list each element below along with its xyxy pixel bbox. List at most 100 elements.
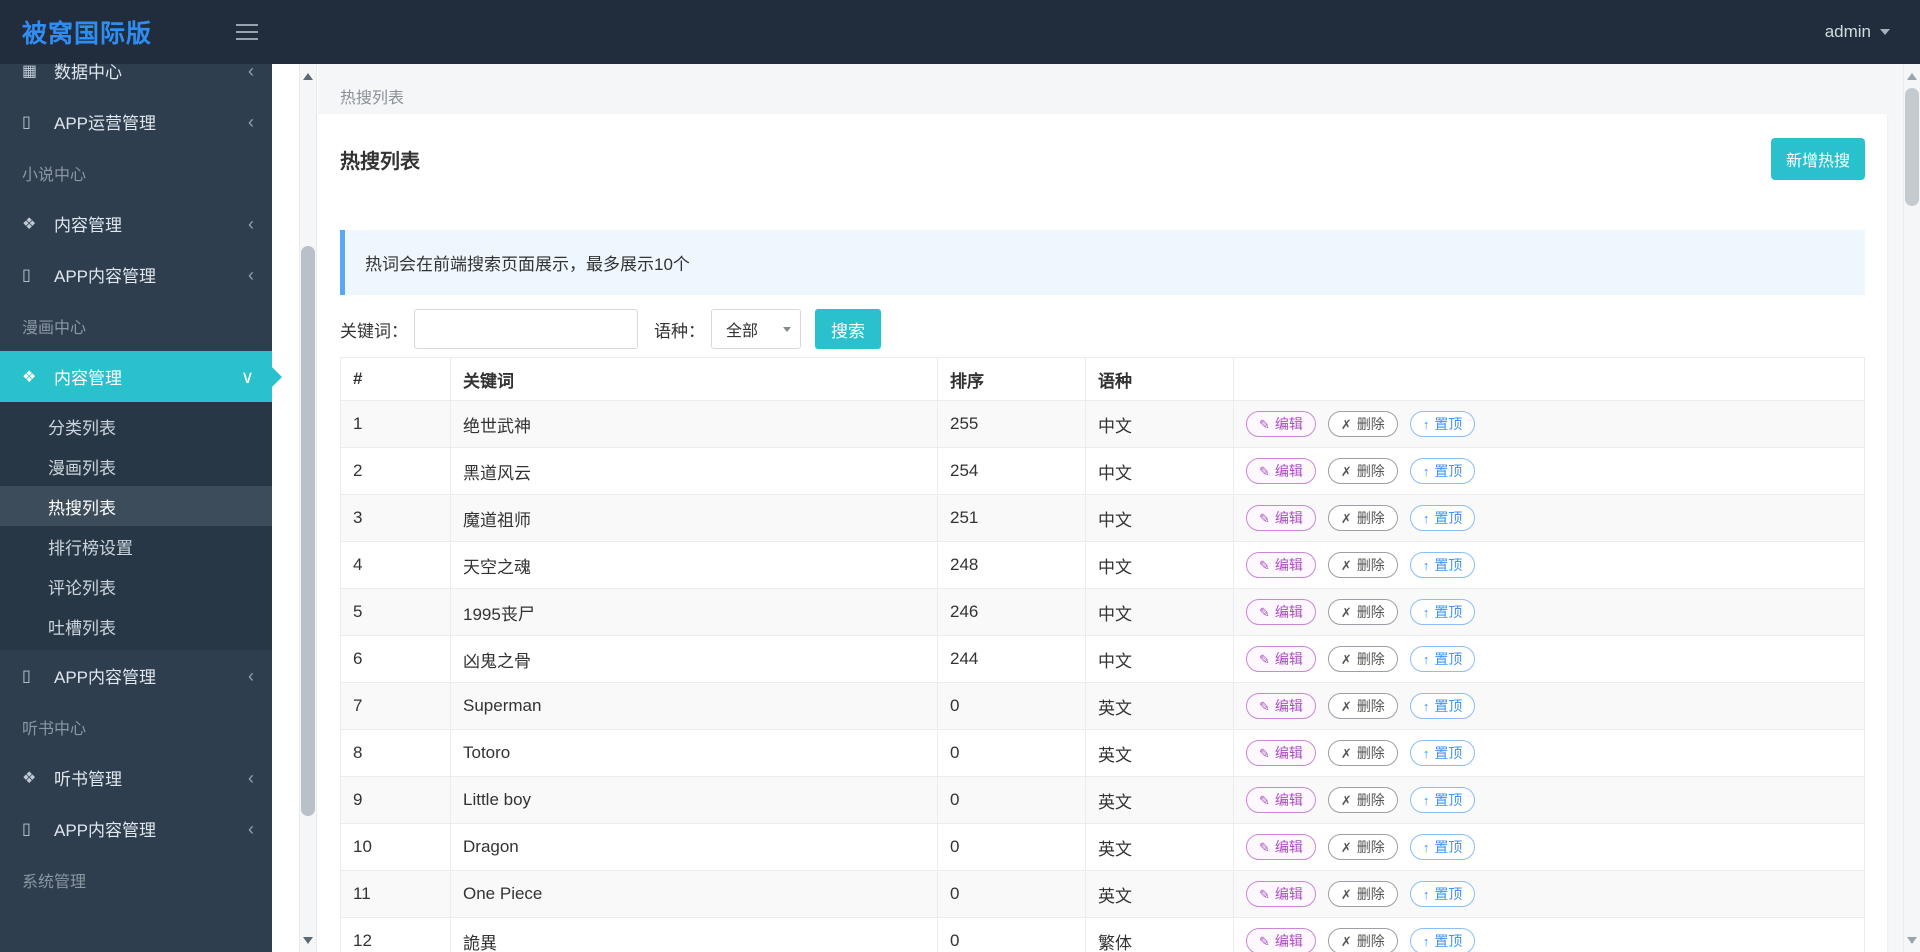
set-top-button[interactable]: ↑ 置顶 [1409,458,1476,484]
sidebar-subitem[interactable]: 评论列表 [0,566,272,606]
delete-button[interactable]: ✗ 删除 [1327,787,1398,813]
set-top-button[interactable]: ↑ 置顶 [1409,599,1476,625]
sidebar-subitem[interactable]: 分类列表 [0,406,272,446]
sidebar-item[interactable]: ▯ APP运营管理 ‹ [0,96,272,147]
edit-button[interactable]: ✎ 编辑 [1246,787,1316,813]
delete-button[interactable]: ✗ 删除 [1327,458,1398,484]
sidebar-item[interactable]: ▯ APP内容管理 ‹ [0,249,272,300]
delete-button[interactable]: ✗ 删除 [1327,834,1398,860]
scroll-up-icon[interactable] [300,67,316,85]
tags-icon: ❖ [22,769,37,787]
row-actions: ✎ 编辑 ✗ 删除 ↑ 置顶 [1233,729,1865,777]
sidebar-scroll-gutter [272,64,318,952]
table-row: 12 詭異 0 繁体 ✎ 编辑 ✗ 删除 ↑ 置顶 [340,917,1865,952]
sidebar-item-label: APP内容管理 [54,668,157,687]
edit-button[interactable]: ✎ 编辑 [1246,552,1316,578]
user-menu[interactable]: admin [1825,22,1920,42]
scroll-down-icon[interactable] [1904,931,1920,949]
trash-icon: ✗ [1340,416,1352,432]
row-language: 中文 [1085,588,1234,636]
sidebar-subitem[interactable]: 吐槽列表 [0,606,272,646]
sidebar-subitem[interactable]: 排行榜设置 [0,526,272,566]
edit-button[interactable]: ✎ 编辑 [1246,928,1316,952]
tags-icon: ❖ [22,215,37,233]
delete-button[interactable]: ✗ 删除 [1327,881,1398,907]
set-top-button[interactable]: ↑ 置顶 [1409,881,1476,907]
sidebar-item[interactable]: ▯ APP内容管理 ‹ [0,803,272,854]
edit-button[interactable]: ✎ 编辑 [1246,458,1316,484]
scroll-down-icon[interactable] [300,931,316,949]
delete-button[interactable]: ✗ 删除 [1327,740,1398,766]
set-top-button[interactable]: ↑ 置顶 [1409,411,1476,437]
edit-icon: ✎ [1259,886,1270,902]
action-label: 删除 [1356,792,1385,808]
set-top-button[interactable]: ↑ 置顶 [1409,834,1476,860]
main-content: 热搜列表 热搜列表 新增热搜 热词会在前端搜索页面展示，最多展示10个 关键词：… [318,64,1903,952]
set-top-button[interactable]: ↑ 置顶 [1409,928,1476,952]
set-top-button[interactable]: ↑ 置顶 [1409,693,1476,719]
row-language: 中文 [1085,635,1234,683]
language-select[interactable]: 全部 [711,309,801,349]
scroll-up-icon[interactable] [1904,67,1920,85]
info-alert: 热词会在前端搜索页面展示，最多展示10个 [340,230,1865,295]
edit-button[interactable]: ✎ 编辑 [1246,740,1316,766]
edit-button[interactable]: ✎ 编辑 [1246,411,1316,437]
sidebar-item-label: APP内容管理 [54,267,157,286]
card-header: 热搜列表 新增热搜 [340,138,1865,180]
edit-icon: ✎ [1259,792,1270,808]
delete-button[interactable]: ✗ 删除 [1327,411,1398,437]
delete-button[interactable]: ✗ 删除 [1327,646,1398,672]
delete-button[interactable]: ✗ 删除 [1327,599,1398,625]
delete-button[interactable]: ✗ 删除 [1327,505,1398,531]
delete-button[interactable]: ✗ 删除 [1327,928,1398,952]
edit-button[interactable]: ✎ 编辑 [1246,834,1316,860]
mobile-icon: ▯ [22,113,31,131]
delete-button[interactable]: ✗ 删除 [1327,552,1398,578]
layout: ▦ 数据中心 ‹ ▯ APP运营管理 ‹ 小说中心 ❖ 内容管理 ‹ ▯ APP内容管理 ‹ 漫画中心 ❖ 内… [0,62,1920,952]
row-order: 248 [937,541,1086,589]
sidebar: ▦ 数据中心 ‹ ▯ APP运营管理 ‹ 小说中心 ❖ 内容管理 ‹ ▯ APP内容管理 ‹ 漫画中心 ❖ 内… [0,62,282,952]
sidebar-item[interactable]: ▯ APP内容管理 ‹ [0,650,272,701]
add-hot-search-button[interactable]: 新增热搜 [1770,138,1865,180]
arrow-up-icon: ↑ [1422,839,1430,855]
trash-icon: ✗ [1340,745,1352,761]
edit-button[interactable]: ✎ 编辑 [1246,646,1316,672]
edit-button[interactable]: ✎ 编辑 [1246,599,1316,625]
row-language: 英文 [1085,776,1234,824]
edit-button[interactable]: ✎ 编辑 [1246,505,1316,531]
col-language: 语种 [1085,357,1234,401]
action-label: 置顶 [1434,557,1463,573]
page-scrollbar[interactable] [1903,64,1920,952]
set-top-button[interactable]: ↑ 置顶 [1409,787,1476,813]
sidebar-scrollbar[interactable] [299,64,317,952]
sidebar-scrollbar-thumb[interactable] [301,246,315,816]
set-top-button[interactable]: ↑ 置顶 [1409,552,1476,578]
arrow-up-icon: ↑ [1422,604,1430,620]
search-button[interactable]: 搜索 [815,309,881,349]
page-scrollbar-thumb[interactable] [1905,88,1919,206]
edit-button[interactable]: ✎ 编辑 [1246,881,1316,907]
sidebar-item[interactable]: ❖ 内容管理 ‹ [0,198,272,249]
row-keyword: Superman [450,682,938,730]
edit-icon: ✎ [1259,463,1270,479]
sidebar-item[interactable]: ❖ 内容管理 ∨ [0,351,282,402]
sidebar-subitem[interactable]: 热搜列表 [0,486,272,526]
set-top-button[interactable]: ↑ 置顶 [1409,646,1476,672]
action-label: 删除 [1356,651,1385,667]
action-label: 置顶 [1434,510,1463,526]
sidebar-item[interactable]: ▦ 数据中心 ‹ [0,45,272,96]
edit-icon: ✎ [1259,510,1270,526]
set-top-button[interactable]: ↑ 置顶 [1409,505,1476,531]
sidebar-item-label: 内容管理 [54,369,122,388]
row-index: 4 [340,541,451,589]
set-top-button[interactable]: ↑ 置顶 [1409,740,1476,766]
sidebar-subitem[interactable]: 漫画列表 [0,446,272,486]
table-row: 1 绝世武神 255 中文 ✎ 编辑 ✗ 删除 ↑ 置顶 [340,400,1865,448]
action-label: 置顶 [1434,463,1463,479]
delete-button[interactable]: ✗ 删除 [1327,693,1398,719]
edit-button[interactable]: ✎ 编辑 [1246,693,1316,719]
sidebar-item[interactable]: ❖ 听书管理 ‹ [0,752,272,803]
menu-toggle-icon[interactable] [236,24,258,40]
action-label: 置顶 [1434,886,1463,902]
keyword-input[interactable] [414,309,638,349]
